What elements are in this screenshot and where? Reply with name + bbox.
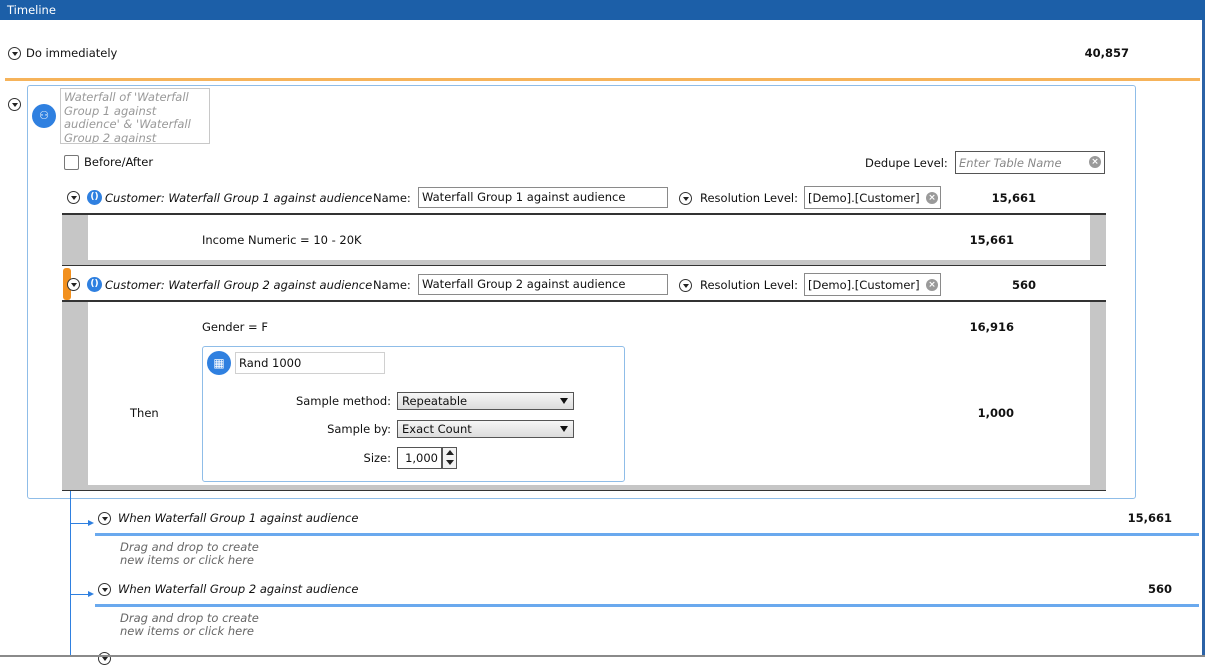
stepper-up-icon[interactable]	[446, 450, 454, 455]
group1-count: 15,661	[991, 191, 1036, 205]
group2-filter-icon: ()	[87, 277, 102, 292]
hint-line: new items or click here	[120, 624, 254, 638]
group2-name-label: Name:	[373, 278, 411, 292]
sample-method-label: Sample method:	[295, 394, 391, 408]
collapse-branch2-icon[interactable]	[98, 583, 111, 596]
group1-filter-icon: ()	[87, 190, 102, 205]
branch1-count: 15,661	[1127, 511, 1172, 525]
waterfall-description[interactable]: Waterfall of 'Waterfall Group 1 against …	[60, 88, 210, 144]
description-line: Group 2 against	[64, 130, 157, 144]
window-title: Timeline	[7, 3, 56, 17]
branch2-drop-hint[interactable]: Drag and drop to create new items or cli…	[120, 612, 259, 638]
group2-resolution-value: [Demo].[Customer]	[808, 278, 920, 292]
group2-resolution-input[interactable]: [Demo].[Customer]	[804, 273, 941, 296]
branch-connector-line	[70, 491, 71, 657]
group2-resolution-dropdown-icon[interactable]	[679, 279, 692, 292]
sample-name-input[interactable]: Rand 1000	[235, 352, 385, 374]
group1-resolution-label: Resolution Level:	[700, 191, 798, 205]
group1-resolution-value: [Demo].[Customer]	[808, 191, 920, 205]
group2-resolution-label: Resolution Level:	[700, 278, 798, 292]
sample-by-value: Exact Count	[402, 422, 472, 436]
sample-method-value: Repeatable	[402, 394, 468, 408]
group2-rule-count: 16,916	[969, 320, 1014, 334]
sample-by-arrow-icon	[560, 426, 568, 432]
description-line: audience' & 'Waterfall	[64, 117, 191, 131]
sample-by-select[interactable]: Exact Count	[397, 420, 574, 438]
collapse-waterfall-icon[interactable]	[8, 98, 21, 111]
group1-title: Customer: Waterfall Group 1 against audi…	[105, 191, 373, 205]
branch1-arrow-icon	[88, 520, 94, 526]
dedupe-level-placeholder: Enter Table Name	[959, 156, 1062, 170]
group1-bottom-border	[62, 265, 1106, 266]
branch1-divider	[95, 533, 1199, 536]
group1-rule[interactable]: Income Numeric = 10 - 20K	[202, 233, 362, 247]
collapse-branch3-icon[interactable]	[98, 652, 111, 665]
group1-name-label: Name:	[373, 191, 411, 205]
group2-name-value: Waterfall Group 2 against audience	[422, 277, 626, 291]
group1-resolution-dropdown-icon[interactable]	[679, 192, 692, 205]
group1-rule-count: 15,661	[969, 233, 1014, 247]
branch2-arrow-icon	[88, 591, 94, 597]
group2-bottom-border	[62, 490, 1106, 491]
collapse-do-immediately-icon[interactable]	[8, 47, 21, 60]
then-label: Then	[130, 406, 159, 420]
do-immediately-count: 40,857	[1084, 46, 1129, 60]
group2-name-input[interactable]: Waterfall Group 2 against audience	[418, 274, 668, 295]
sample-method-arrow-icon	[560, 398, 568, 404]
group2-title: Customer: Waterfall Group 2 against audi…	[105, 278, 373, 292]
branch2-label: When Waterfall Group 2 against audience	[118, 582, 359, 596]
window-title-bar: Timeline	[0, 0, 1205, 20]
description-line: Waterfall of 'Waterfall	[64, 90, 189, 104]
waterfall-icon: ⚇	[32, 104, 56, 128]
sample-icon: ▦	[207, 351, 231, 375]
stepper-down-icon[interactable]	[446, 460, 454, 465]
hint-line: new items or click here	[120, 553, 254, 567]
before-after-label: Before/After	[84, 155, 154, 169]
sample-size-input[interactable]: 1,000	[397, 447, 442, 469]
branch1-label: When Waterfall Group 1 against audience	[118, 511, 359, 525]
branch2-divider	[95, 604, 1199, 607]
sample-method-select[interactable]: Repeatable	[397, 392, 574, 410]
sample-size-stepper[interactable]	[442, 447, 457, 469]
clear-group1-resolution-icon[interactable]: ×	[926, 192, 938, 204]
branch1-drop-hint[interactable]: Drag and drop to create new items or cli…	[120, 541, 259, 567]
do-immediately-label: Do immediately	[26, 46, 118, 60]
then-count: 1,000	[977, 406, 1014, 420]
collapse-group1-icon[interactable]	[67, 191, 80, 204]
sample-name-value: Rand 1000	[239, 356, 302, 370]
description-line: Group 1 against	[64, 103, 157, 118]
dedupe-level-input[interactable]: Enter Table Name	[955, 151, 1105, 174]
before-after-checkbox[interactable]	[64, 155, 79, 170]
sample-size-label: Size:	[363, 451, 391, 465]
collapse-group2-icon[interactable]	[67, 278, 80, 291]
clear-group2-resolution-icon[interactable]: ×	[926, 279, 938, 291]
group2-rule[interactable]: Gender = F	[202, 320, 268, 334]
orange-divider	[5, 78, 1200, 81]
branch2-count: 560	[1147, 582, 1172, 596]
collapse-branch1-icon[interactable]	[98, 512, 111, 525]
group1-resolution-input[interactable]: [Demo].[Customer]	[804, 186, 941, 209]
dedupe-level-label: Dedupe Level:	[865, 156, 948, 170]
group2-count: 560	[1011, 278, 1036, 292]
clear-dedupe-icon[interactable]: ×	[1089, 156, 1101, 168]
sample-size-value: 1,000	[405, 451, 438, 465]
group1-name-value: Waterfall Group 1 against audience	[422, 190, 626, 204]
sample-by-label: Sample by:	[327, 422, 391, 436]
group1-name-input[interactable]: Waterfall Group 1 against audience	[418, 187, 668, 208]
